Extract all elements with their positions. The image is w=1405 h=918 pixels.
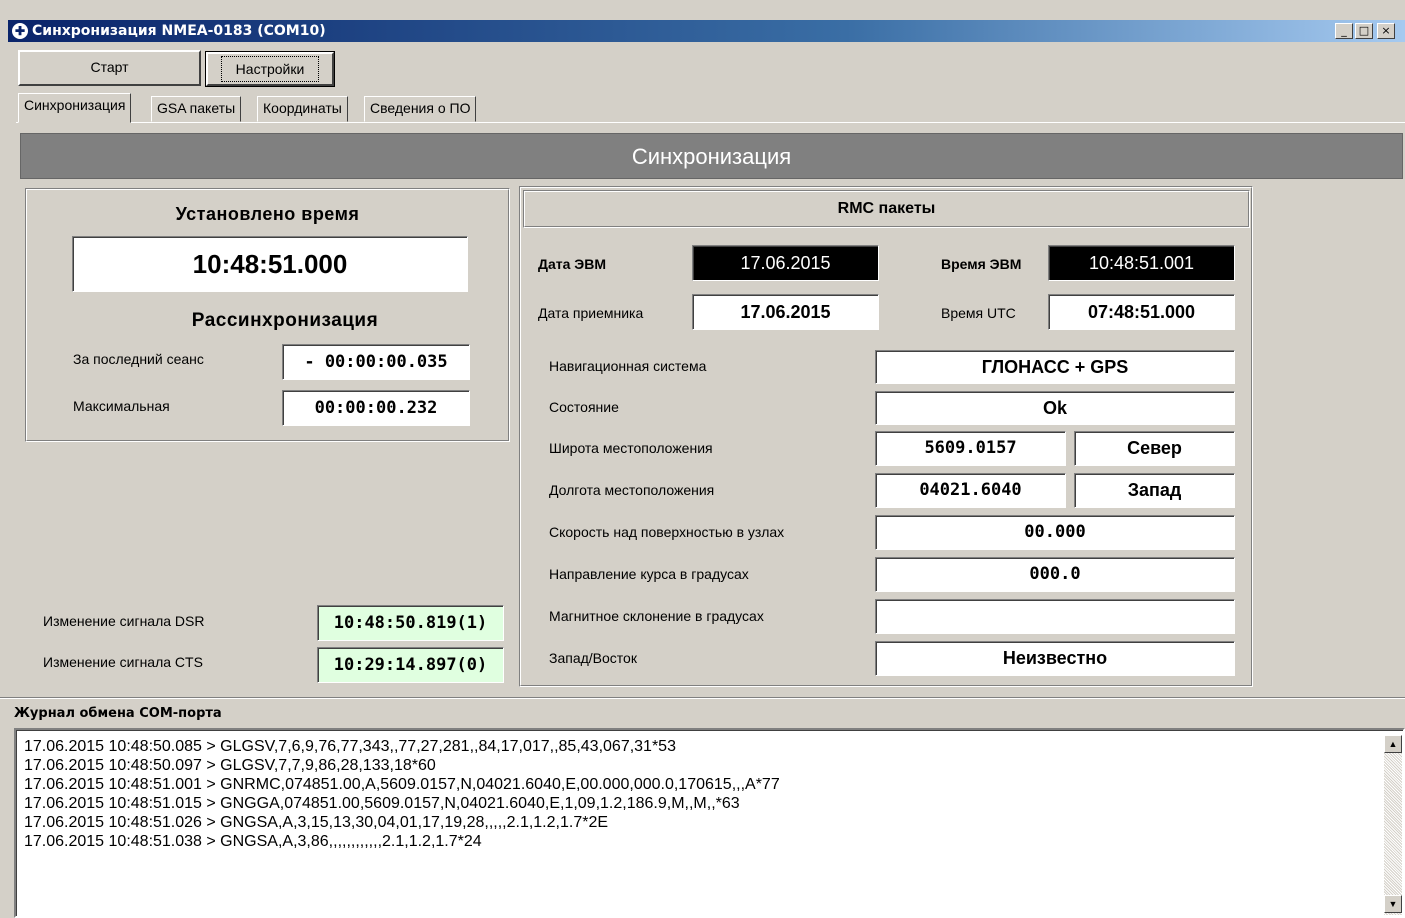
utc-label: Время UTC — [941, 305, 1016, 321]
scroll-up-icon[interactable]: ▲ — [1384, 735, 1402, 753]
maximize-button[interactable]: □ — [1355, 23, 1373, 39]
dsr-value: 10:48:50.819(1) — [317, 605, 504, 641]
speed-label: Скорость над поверхностью в узлах — [549, 524, 785, 540]
minimize-button[interactable]: _ — [1335, 23, 1353, 39]
dsr-label: Изменение сигнала DSR — [43, 613, 205, 629]
log-line: 17.06.2015 10:48:50.097 > GLGSV,7,7,9,86… — [24, 757, 436, 774]
pc-date-value: 17.06.2015 — [692, 245, 879, 281]
magvar-value — [875, 599, 1235, 634]
rx-date-label: Дата приемника — [538, 305, 644, 321]
tab-sync[interactable]: Синхронизация — [18, 93, 132, 123]
lat-dir: Север — [1074, 431, 1235, 466]
log-line: 17.06.2015 10:48:51.001 > GNRMC,074851.0… — [24, 776, 780, 793]
pc-time-label: Время ЭВМ — [941, 256, 1022, 272]
app-icon: ✚ — [12, 23, 28, 39]
lat-value: 5609.0157 — [875, 431, 1066, 466]
section-header: Синхронизация — [20, 133, 1403, 179]
speed-value: 00.000 — [875, 515, 1235, 550]
nav-label: Навигационная система — [549, 358, 707, 374]
state-label: Состояние — [549, 399, 619, 415]
tab-coordinates[interactable]: Координаты — [257, 96, 348, 122]
desync-label: Рассинхронизация — [191, 310, 379, 331]
tab-about[interactable]: Сведения о ПО — [364, 96, 477, 122]
cts-value: 10:29:14.897(0) — [317, 647, 504, 683]
max-label: Максимальная — [73, 398, 170, 414]
rx-date-value: 17.06.2015 — [692, 294, 879, 330]
last-session-label: За последний сеанс — [73, 351, 204, 367]
nav-value: ГЛОНАСС + GPS — [875, 350, 1235, 384]
log-textarea[interactable]: 17.06.2015 10:48:50.085 > GLGSV,7,6,9,76… — [14, 728, 1405, 918]
pc-time-value: 10:48:51.001 — [1048, 245, 1235, 281]
log-scrollbar[interactable] — [1384, 735, 1402, 915]
log-line: 17.06.2015 10:48:51.038 > GNGSA,A,3,86,,… — [24, 833, 482, 850]
cts-label: Изменение сигнала CTS — [43, 654, 203, 670]
log-line: 17.06.2015 10:48:51.015 > GNGGA,074851.0… — [24, 795, 740, 812]
close-button[interactable]: × — [1377, 23, 1395, 39]
last-session-value: - 00:00:00.035 — [282, 344, 470, 380]
lon-label: Долгота местоположения — [549, 482, 715, 498]
set-time-value: 10:48:51.000 — [72, 236, 468, 292]
max-value: 00:00:00.232 — [282, 390, 470, 426]
lon-dir: Запад — [1074, 473, 1235, 508]
window-title: Синхронизация NMEA-0183 (COM10) — [32, 23, 326, 39]
lat-label: Широта местоположения — [549, 440, 713, 456]
scroll-down-icon[interactable]: ▼ — [1384, 895, 1402, 913]
lon-value: 04021.6040 — [875, 473, 1066, 508]
log-line: 17.06.2015 10:48:51.026 > GNGSA,A,3,15,1… — [24, 814, 609, 831]
ew-value: Неизвестно — [875, 641, 1235, 676]
state-value: Ok — [875, 391, 1235, 425]
course-value: 000.0 — [875, 557, 1235, 592]
course-label: Направление курса в градусах — [549, 566, 749, 582]
log-line: 17.06.2015 10:48:50.085 > GLGSV,7,6,9,76… — [24, 738, 676, 755]
start-button[interactable]: Старт — [18, 50, 201, 86]
ew-label: Запад/Восток — [549, 650, 637, 666]
log-title: Журнал обмена COM-порта — [14, 706, 222, 721]
tab-gsa[interactable]: GSA пакеты — [151, 96, 242, 122]
splitter[interactable] — [0, 697, 1405, 699]
utc-value: 07:48:51.000 — [1048, 294, 1235, 330]
settings-button-label: Настройки — [220, 56, 320, 82]
settings-button[interactable]: Настройки — [205, 51, 335, 87]
rmc-title: RMC пакеты — [837, 200, 936, 217]
set-time-label: Установлено время — [175, 204, 360, 224]
magvar-label: Магнитное склонение в градусах — [549, 608, 764, 624]
pc-date-label: Дата ЭВМ — [538, 256, 607, 272]
